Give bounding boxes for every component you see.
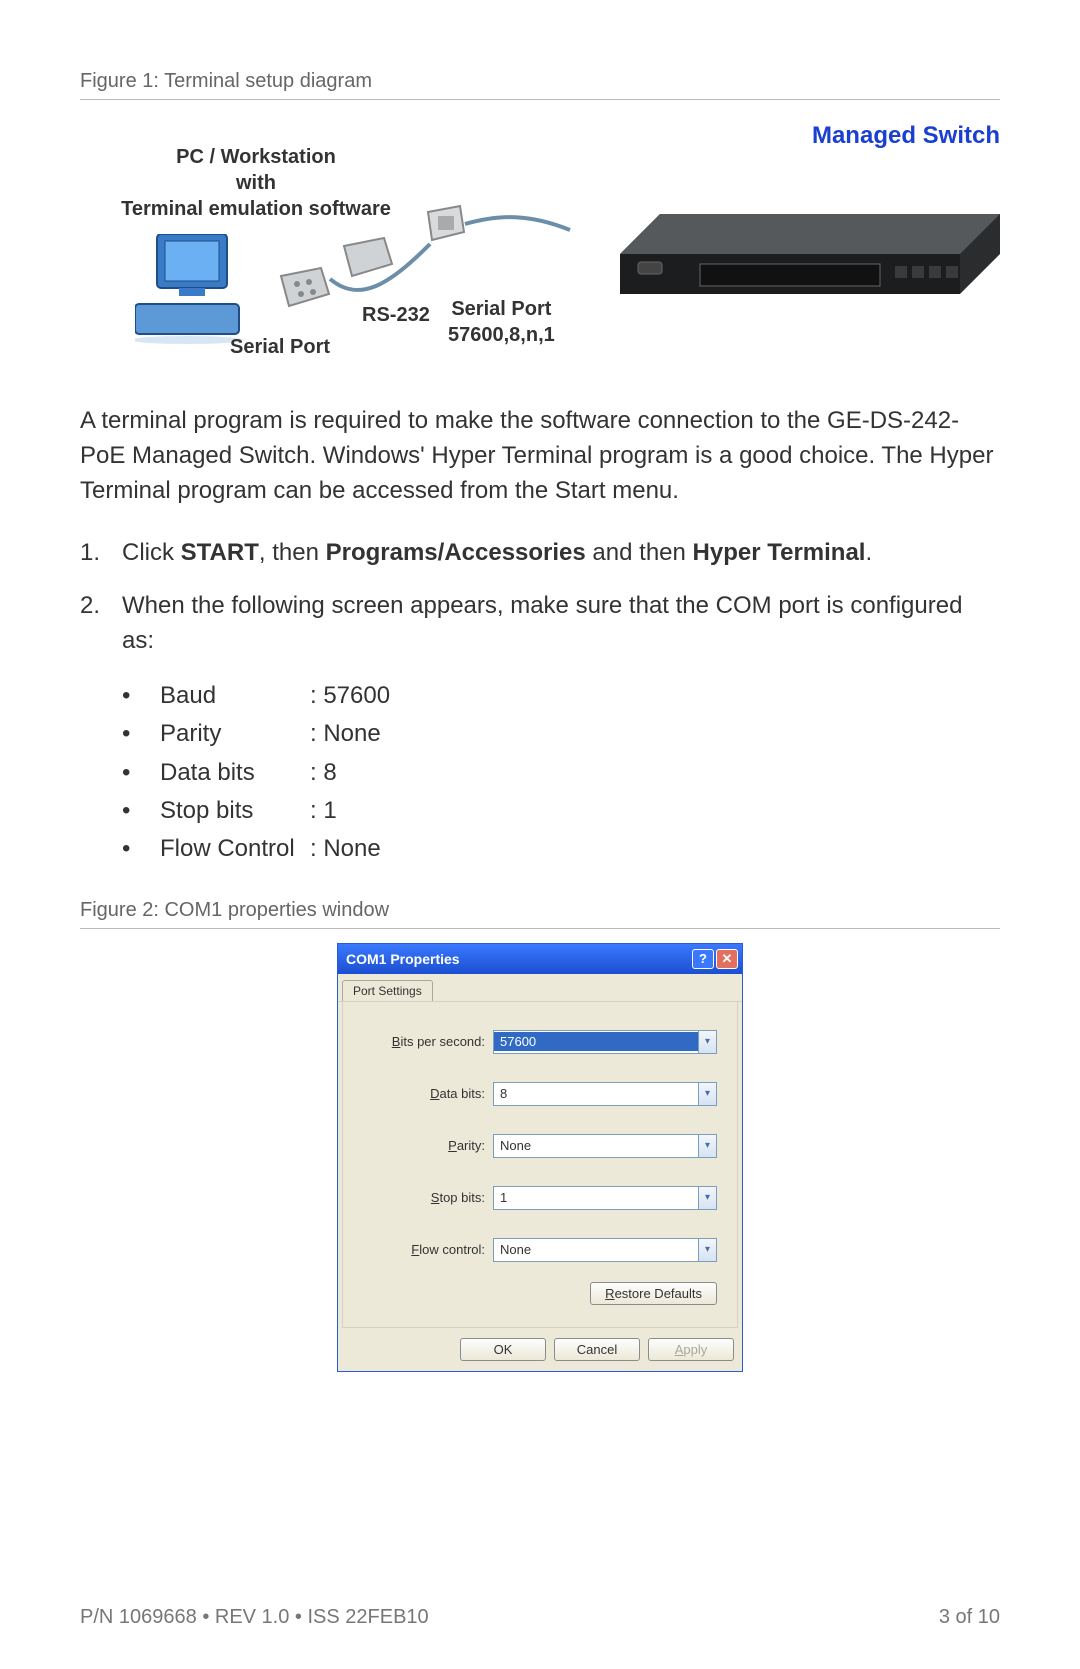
chevron-down-icon: ▾ — [698, 1083, 716, 1105]
row-flow-control: Flow control: None ▾ — [363, 1238, 717, 1262]
setting-stopbits: Stop bits: 1 — [122, 792, 1000, 830]
chevron-down-icon: ▾ — [698, 1031, 716, 1053]
label-bits-per-second: Bits per second: — [363, 1034, 493, 1049]
serial-port-mid-line2: 57600,8,n,1 — [448, 322, 555, 348]
tab-strip: Port Settings — [338, 974, 742, 1002]
step1-pre: Click — [122, 539, 181, 566]
close-icon: ✕ — [722, 951, 733, 967]
setting-stopbits-value: : 1 — [310, 797, 337, 824]
step1-mid1: , then — [259, 539, 326, 566]
combo-parity[interactable]: None ▾ — [493, 1134, 717, 1158]
step1-post: . — [865, 539, 872, 566]
combo-data-bits-value: 8 — [494, 1084, 698, 1103]
setting-databits-label: Data bits — [160, 754, 310, 792]
setting-flowcontrol-value: : None — [310, 835, 381, 862]
label-parity: Parity: — [363, 1138, 493, 1153]
step1-mid2: and then — [586, 539, 693, 566]
figure1-caption: Figure 1: Terminal setup diagram — [80, 70, 1000, 93]
row-parity: Parity: None ▾ — [363, 1134, 717, 1158]
setting-baud-label: Baud — [160, 677, 310, 715]
com-settings-list: Baud: 57600 Parity: None Data bits: 8 St… — [80, 677, 1000, 869]
step-2: When the following screen appears, make … — [80, 589, 1000, 659]
tab-port-settings[interactable]: Port Settings — [342, 980, 433, 1001]
combo-flow-control-value: None — [494, 1240, 698, 1259]
row-stop-bits: Stop bits: 1 ▾ — [363, 1186, 717, 1210]
combo-stop-bits[interactable]: 1 ▾ — [493, 1186, 717, 1210]
setting-parity: Parity: None — [122, 715, 1000, 753]
com1-properties-window: COM1 Properties ? ✕ Port Settings Bits p… — [337, 943, 743, 1372]
steps-list: Click START, then Programs/Accessories a… — [80, 536, 1000, 658]
setting-flowcontrol-label: Flow Control — [160, 830, 310, 868]
setting-baud-value: : 57600 — [310, 682, 390, 709]
label-flow-control: Flow control: — [363, 1242, 493, 1257]
chevron-down-icon: ▾ — [698, 1135, 716, 1157]
step1-hyperterminal: Hyper Terminal — [693, 539, 866, 566]
cancel-button[interactable]: Cancel — [554, 1338, 640, 1361]
footer-left: P/N 1069668 • REV 1.0 • ISS 22FEB10 — [80, 1606, 429, 1629]
row-bits-per-second: Bits per second: 57600 ▾ — [363, 1030, 717, 1054]
titlebar[interactable]: COM1 Properties ? ✕ — [338, 944, 742, 974]
serial-port-left-label: Serial Port — [230, 336, 330, 359]
figure2-rule — [80, 928, 1000, 929]
restore-defaults-button[interactable]: Restore Defaults — [590, 1282, 717, 1305]
setting-stopbits-label: Stop bits — [160, 792, 310, 830]
serial-port-mid-line1: Serial Port — [448, 296, 555, 322]
combo-bits-per-second-value: 57600 — [494, 1032, 698, 1051]
figure1-rule — [80, 99, 1000, 100]
combo-bits-per-second[interactable]: 57600 ▾ — [493, 1030, 717, 1054]
figure2-caption: Figure 2: COM1 properties window — [80, 899, 1000, 922]
setting-baud: Baud: 57600 — [122, 677, 1000, 715]
port-settings-panel: Bits per second: 57600 ▾ Data bits: 8 ▾ … — [342, 1002, 738, 1328]
setting-databits: Data bits: 8 — [122, 754, 1000, 792]
intro-paragraph: A terminal program is required to make t… — [80, 404, 1000, 508]
combo-parity-value: None — [494, 1136, 698, 1155]
setting-parity-label: Parity — [160, 715, 310, 753]
help-button[interactable]: ? — [692, 949, 714, 969]
figure1-diagram: PC / Workstation with Terminal emulation… — [80, 114, 1000, 374]
setting-databits-value: : 8 — [310, 759, 337, 786]
close-button[interactable]: ✕ — [716, 949, 738, 969]
combo-data-bits[interactable]: 8 ▾ — [493, 1082, 717, 1106]
step-1: Click START, then Programs/Accessories a… — [80, 536, 1000, 571]
row-data-bits: Data bits: 8 ▾ — [363, 1082, 717, 1106]
combo-flow-control[interactable]: None ▾ — [493, 1238, 717, 1262]
help-icon: ? — [699, 951, 707, 966]
apply-button[interactable]: Apply — [648, 1338, 734, 1361]
combo-stop-bits-value: 1 — [494, 1188, 698, 1207]
label-data-bits: Data bits: — [363, 1086, 493, 1101]
rs232-label: RS-232 — [362, 304, 430, 327]
chevron-down-icon: ▾ — [698, 1187, 716, 1209]
window-title: COM1 Properties — [346, 951, 692, 967]
ok-button[interactable]: OK — [460, 1338, 546, 1361]
setting-parity-value: : None — [310, 720, 381, 747]
footer-right: 3 of 10 — [939, 1606, 1000, 1629]
dialog-button-row: OK Cancel Apply — [338, 1328, 742, 1371]
setting-flowcontrol: Flow Control: None — [122, 830, 1000, 868]
label-stop-bits: Stop bits: — [363, 1190, 493, 1205]
page-footer: P/N 1069668 • REV 1.0 • ISS 22FEB10 3 of… — [80, 1606, 1000, 1629]
step1-programs: Programs/Accessories — [326, 539, 586, 566]
step1-start: START — [181, 539, 259, 566]
chevron-down-icon: ▾ — [698, 1239, 716, 1261]
serial-port-mid-label: Serial Port 57600,8,n,1 — [448, 296, 555, 348]
